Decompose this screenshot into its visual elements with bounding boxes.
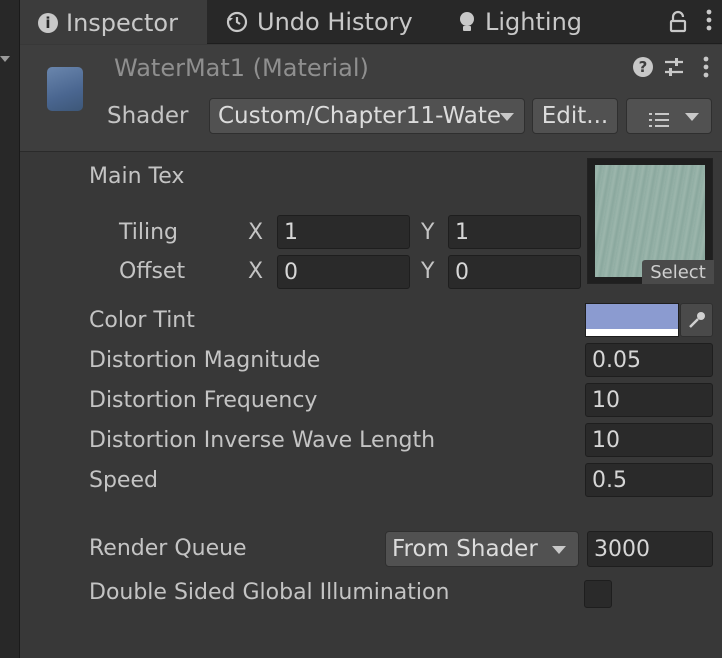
distortion-frequency-label: Distortion Frequency: [89, 388, 318, 413]
history-icon: [225, 10, 249, 34]
presets-sliders-icon[interactable]: [663, 56, 685, 82]
info-icon: i: [38, 13, 58, 33]
chevron-down-icon: [500, 113, 514, 121]
kebab-menu-icon[interactable]: [703, 55, 709, 83]
kebab-menu-icon[interactable]: [706, 8, 712, 36]
offset-y-axis-label: Y: [421, 259, 435, 284]
main-tex-label: Main Tex: [89, 164, 185, 189]
tiling-label: Tiling: [119, 220, 179, 245]
tiling-y-axis-label: Y: [421, 220, 435, 245]
offset-x-axis-label: X: [248, 259, 264, 284]
render-queue-label: Render Queue: [89, 536, 247, 561]
render-queue-value-field[interactable]: 3000: [587, 531, 713, 567]
offset-x-field[interactable]: 0: [277, 255, 410, 289]
tab-inspector-label: Inspector: [66, 9, 178, 37]
tab-lighting[interactable]: Lighting: [457, 0, 582, 44]
render-queue-dropdown[interactable]: From Shader: [385, 531, 579, 567]
offset-y-field[interactable]: 0: [448, 255, 581, 289]
collapse-arrow-icon[interactable]: [0, 56, 10, 62]
distortion-frequency-field[interactable]: 10: [585, 383, 713, 417]
material-options-dropdown[interactable]: [626, 98, 712, 134]
tab-undo-history-label: Undo History: [257, 8, 413, 36]
tiling-x-axis-label: X: [248, 220, 264, 245]
speed-field[interactable]: 0.5: [585, 463, 713, 497]
color-tint-swatch[interactable]: [585, 303, 679, 337]
shader-dropdown[interactable]: Custom/Chapter11-Wate: [209, 98, 525, 134]
help-icon[interactable]: ?: [633, 57, 653, 77]
tab-bar: i Inspector Undo History Lighting: [20, 0, 722, 44]
material-preview-thumbnail: [47, 67, 83, 111]
list-icon: [649, 108, 671, 134]
edit-shader-button[interactable]: Edit...: [532, 98, 618, 134]
lightbulb-icon: [457, 10, 477, 34]
material-title: WaterMat1 (Material): [114, 54, 369, 82]
tab-lighting-label: Lighting: [485, 8, 583, 36]
inverse-wave-length-label: Distortion Inverse Wave Length: [89, 428, 436, 453]
render-queue-mode: From Shader: [392, 536, 538, 562]
distortion-magnitude-label: Distortion Magnitude: [89, 348, 321, 373]
adjacent-panel-strip: [0, 0, 20, 658]
shader-label: Shader: [107, 103, 189, 129]
dsgi-label: Double Sided Global Illumination: [89, 580, 450, 605]
tiling-y-field[interactable]: 1: [448, 215, 581, 249]
chevron-down-icon: [685, 113, 699, 121]
speed-label: Speed: [89, 468, 158, 493]
lock-icon[interactable]: [668, 10, 688, 38]
tiling-x-field[interactable]: 1: [277, 215, 410, 249]
main-tex-texture-slot[interactable]: Select: [587, 158, 714, 284]
color-tint-label: Color Tint: [89, 308, 195, 333]
chevron-down-icon: [552, 546, 566, 554]
distortion-magnitude-field[interactable]: 0.05: [585, 343, 713, 377]
eyedropper-button[interactable]: [680, 303, 713, 337]
dsgi-checkbox[interactable]: [584, 580, 612, 608]
inverse-wave-length-field[interactable]: 10: [585, 423, 713, 457]
eyedropper-icon: [687, 310, 707, 334]
offset-label: Offset: [119, 259, 186, 284]
texture-select-button[interactable]: Select: [642, 260, 714, 284]
material-header: WaterMat1 (Material) ? Shader Custom/Cha…: [20, 45, 722, 152]
tab-inspector[interactable]: i Inspector: [20, 0, 207, 44]
shader-dropdown-value: Custom/Chapter11-Wate: [218, 103, 501, 129]
tab-undo-history[interactable]: Undo History: [225, 0, 413, 44]
